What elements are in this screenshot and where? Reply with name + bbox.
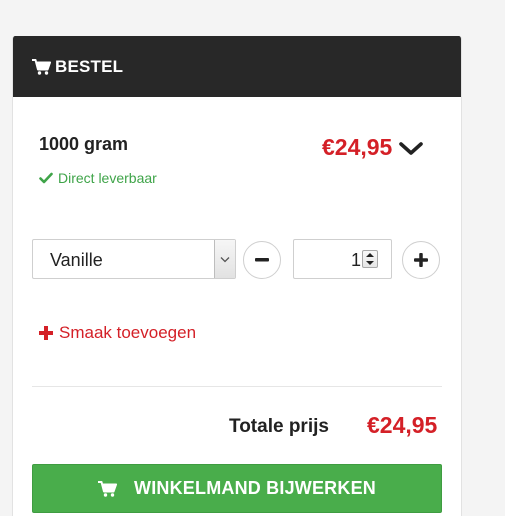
total-price-label: Totale prijs <box>229 416 329 437</box>
spinner-down-icon <box>366 261 374 265</box>
select-arrow-icon <box>214 240 235 278</box>
panel-header: BESTEL <box>13 36 461 97</box>
update-cart-label: WINKELMAND BIJWERKEN <box>134 478 376 498</box>
stock-status: Direct leverbaar <box>39 170 157 186</box>
product-name: 1000 gram <box>39 134 129 154</box>
plus-icon <box>414 253 428 267</box>
update-cart-button[interactable]: WINKELMAND BIJWERKEN <box>32 464 442 513</box>
cart-icon <box>32 58 51 75</box>
total-price-value: €24,95 <box>367 412 438 438</box>
decrease-quantity-button[interactable] <box>243 241 281 279</box>
flavor-select[interactable]: Vanille <box>32 239 236 279</box>
chevron-down-icon[interactable] <box>398 141 424 157</box>
plus-icon <box>39 326 53 340</box>
increase-quantity-button[interactable] <box>402 241 440 279</box>
panel-title: BESTEL <box>55 56 124 76</box>
add-flavor-label: Smaak toevoegen <box>59 323 197 342</box>
quantity-value: 1 <box>350 250 361 270</box>
quantity-input[interactable]: 1 <box>293 239 392 279</box>
divider <box>32 386 442 387</box>
quantity-spinner[interactable] <box>362 250 378 268</box>
minus-icon <box>255 258 269 262</box>
add-flavor-link[interactable]: Smaak toevoegen <box>39 323 196 343</box>
order-panel: BESTEL 1000 gram Direct leverbaar Vanill… <box>12 36 462 516</box>
flavor-select-value: Vanille <box>50 250 103 270</box>
cart-icon <box>98 480 117 497</box>
product-price: €24,95 <box>322 134 393 160</box>
stock-status-label: Direct leverbaar <box>58 170 157 186</box>
spinner-up-icon <box>366 253 374 257</box>
check-icon <box>39 172 53 184</box>
